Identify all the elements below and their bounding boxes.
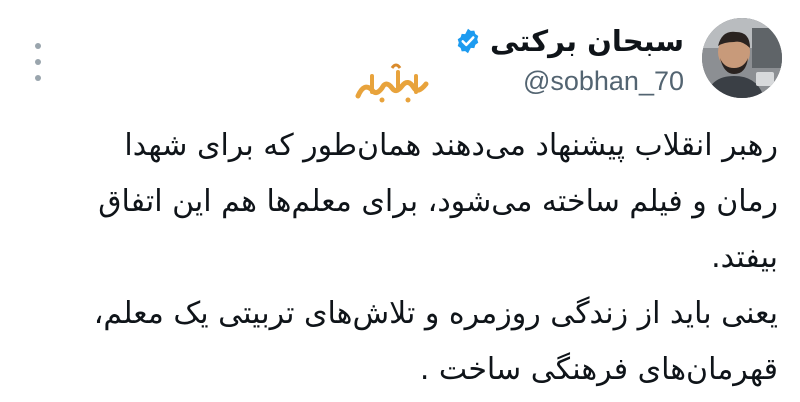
- display-name[interactable]: سبحان برکتی: [490, 24, 684, 58]
- more-vertical-icon[interactable]: [33, 40, 43, 84]
- tweet-text-line: بیفتد.: [711, 240, 778, 275]
- tweet-text-line: یعنی باید از زندگی روزمره و تلاش‌های ترب…: [93, 296, 778, 331]
- watermark-logo: [352, 62, 436, 106]
- verified-badge-icon: [454, 27, 482, 55]
- avatar[interactable]: [702, 18, 782, 98]
- author-name-row[interactable]: سبحان برکتی: [454, 24, 684, 58]
- tweet-text: رهبر انقلاب پیشنهاد می‌دهند همان‌طور که …: [38, 118, 778, 398]
- user-handle[interactable]: @sobhan_70: [523, 66, 684, 97]
- tweet-card: سبحان برکتی @sobhan_70 رهبر انقلاب پیشنه…: [0, 0, 800, 402]
- tweet-text-line: رهبر انقلاب پیشنهاد می‌دهند همان‌طور که …: [124, 128, 778, 163]
- tweet-text-line: رمان و فیلم ساخته می‌شود، برای معلم‌ها ه…: [98, 184, 778, 219]
- tweet-text-line: قهرمان‌های فرهنگی ساخت .: [419, 352, 778, 387]
